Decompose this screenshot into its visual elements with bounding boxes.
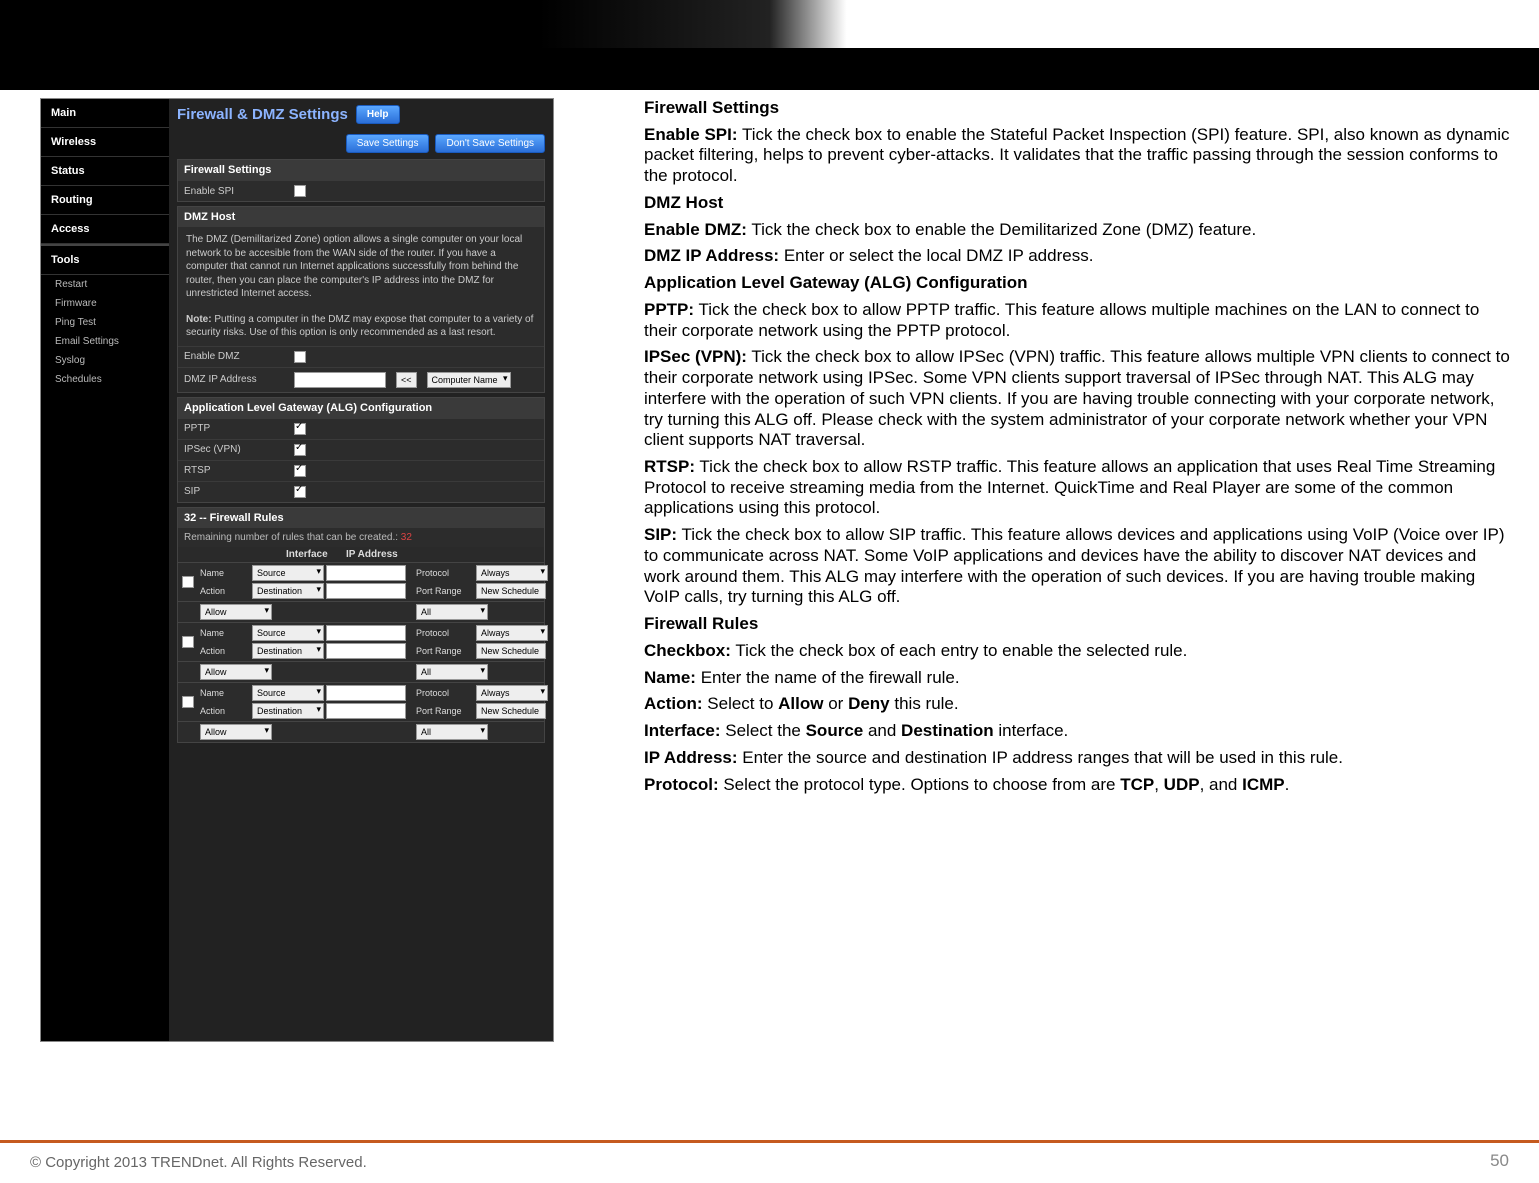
rule-action-label: Action	[200, 586, 248, 596]
remaining-rules-label: Remaining number of rules that can be cr…	[184, 532, 398, 543]
alg-ipsec-checkbox[interactable]	[294, 444, 306, 456]
header-title-left: TRENDnet User's Guide	[30, 56, 280, 82]
firewall-rule-row: Name Source Protocol Always Action Desti…	[178, 682, 544, 721]
col-ip-address: IP Address	[346, 549, 540, 560]
sidebar-subitem[interactable]: Syslog	[41, 351, 169, 370]
rule-dest-ip-input[interactable]	[326, 583, 406, 599]
alg-rtsp-checkbox[interactable]	[294, 465, 306, 477]
dmz-ip-copy-button[interactable]: <<	[396, 372, 417, 388]
heading-firewall-settings: Firewall Settings	[644, 98, 779, 117]
sidebar-subitem[interactable]: Schedules	[41, 370, 169, 389]
enable-dmz-checkbox[interactable]	[294, 351, 306, 363]
help-button[interactable]: Help	[356, 105, 400, 124]
rule-enable-checkbox[interactable]	[182, 576, 194, 588]
rule-protocol-label: Protocol	[416, 568, 472, 578]
dmz-note-text: Putting a computer in the DMZ may expose…	[186, 314, 533, 339]
sidebar-item[interactable]: Routing	[41, 186, 169, 215]
sidebar-item[interactable]: Wireless	[41, 128, 169, 157]
sidebar-subitem[interactable]: Restart	[41, 275, 169, 294]
rule-name-label: Name	[200, 568, 248, 578]
sidebar-item[interactable]: Main	[41, 99, 169, 128]
dmz-ip-label: DMZ IP Address	[184, 374, 284, 385]
heading-firewall-rules: Firewall Rules	[644, 614, 758, 633]
sidebar-item-tools[interactable]: Tools	[41, 244, 169, 275]
dmz-computer-select[interactable]: Computer Name	[427, 372, 511, 388]
dmz-ip-input[interactable]	[294, 372, 386, 388]
rule-source-ip-input[interactable]	[326, 565, 406, 581]
col-interface: Interface	[286, 549, 346, 560]
rule-dest-select[interactable]: Destination	[252, 583, 324, 599]
enable-spi-checkbox[interactable]	[294, 185, 306, 197]
alg-rtsp-label: RTSP	[184, 465, 284, 476]
sidebar-item[interactable]: Status	[41, 157, 169, 186]
enable-dmz-label: Enable DMZ	[184, 351, 284, 362]
save-settings-button[interactable]: Save Settings	[346, 134, 430, 153]
alg-pptp-checkbox[interactable]	[294, 423, 306, 435]
header-title-right: TEW-751DR	[1385, 56, 1509, 82]
section-dmz-host: DMZ Host	[178, 207, 544, 227]
firewall-rule-row: Name Source Protocol Always Action Desti…	[178, 562, 544, 601]
heading-alg: Application Level Gateway (ALG) Configur…	[644, 273, 1027, 292]
enable-spi-label: Enable SPI	[184, 186, 284, 197]
config-pane: Firewall & DMZ Settings Help Save Settin…	[169, 99, 553, 1041]
section-firewall-rules: 32 -- Firewall Rules	[178, 508, 544, 528]
alg-sip-label: SIP	[184, 486, 284, 497]
document-body: Firewall Settings Enable SPI: Tick the c…	[644, 98, 1514, 1042]
rule-source-select[interactable]: Source	[252, 565, 324, 581]
rule-protocol-select[interactable]: All	[416, 604, 488, 620]
dont-save-settings-button[interactable]: Don't Save Settings	[435, 134, 545, 153]
sidebar-subitem[interactable]: Email Settings	[41, 332, 169, 351]
alg-sip-checkbox[interactable]	[294, 486, 306, 498]
heading-dmz-host: DMZ Host	[644, 193, 723, 212]
rule-action-select[interactable]: Allow	[200, 604, 272, 620]
rule-portrange-label: Port Range	[416, 586, 472, 596]
pane-title: Firewall & DMZ Settings	[177, 106, 348, 123]
dmz-note-label: Note:	[186, 314, 212, 325]
firewall-rule-row: Name Source Protocol Always Action Desti…	[178, 622, 544, 661]
rule-schedule-select[interactable]: Always	[476, 565, 548, 581]
sidebar-subitem[interactable]: Ping Test	[41, 313, 169, 332]
alg-pptp-label: PPTP	[184, 423, 284, 434]
alg-ipsec-label: IPSec (VPN)	[184, 444, 284, 455]
dmz-description: The DMZ (Demilitarized Zone) option allo…	[178, 227, 544, 307]
sidebar-item[interactable]: Access	[41, 215, 169, 244]
sidebar: Main Wireless Status Routing Access Tool…	[41, 99, 169, 1041]
sidebar-subitem[interactable]: Firmware	[41, 294, 169, 313]
router-ui-screenshot: Main Wireless Status Routing Access Tool…	[40, 98, 554, 1042]
section-alg: Application Level Gateway (ALG) Configur…	[178, 398, 544, 418]
page-header-banner: TRENDnet User's Guide TEW-751DR	[0, 0, 1539, 90]
rule-enable-checkbox[interactable]	[182, 636, 194, 648]
new-schedule-button[interactable]: New Schedule	[476, 583, 546, 599]
section-firewall-settings: Firewall Settings	[178, 160, 544, 180]
page-number: 50	[1490, 1151, 1509, 1171]
copyright: © Copyright 2013 TRENDnet. All Rights Re…	[30, 1154, 367, 1171]
rule-enable-checkbox[interactable]	[182, 696, 194, 708]
page-footer: © Copyright 2013 TRENDnet. All Rights Re…	[0, 1140, 1539, 1183]
remaining-rules-count: 32	[401, 532, 412, 543]
